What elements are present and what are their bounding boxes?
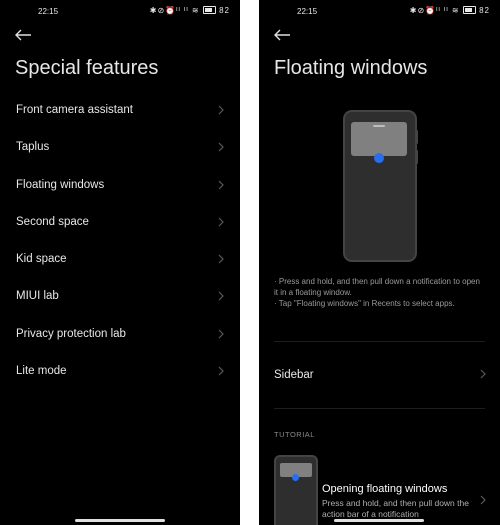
- sidebar-label: Sidebar: [274, 369, 314, 381]
- page-title: Floating windows: [274, 57, 428, 79]
- menu-item-label: Kid space: [16, 253, 67, 266]
- divider: [274, 341, 485, 342]
- description-line: · Press and hold, and then pull down a n…: [274, 277, 480, 297]
- menu-item-privacy-protection-lab[interactable]: Privacy protection lab: [0, 316, 240, 353]
- feature-description: · Press and hold, and then pull down a n…: [274, 276, 484, 309]
- chevron-right-icon: [218, 329, 224, 339]
- menu-item-label: Second space: [16, 215, 89, 228]
- home-indicator[interactable]: [75, 519, 165, 522]
- chevron-right-icon: [218, 142, 224, 152]
- status-icon-group: ✱⊘⏰ᴵᴵ ᴵᴵ ≋: [149, 6, 200, 15]
- status-time: 22:15: [297, 7, 318, 16]
- divider: [274, 408, 485, 409]
- phone-side-button: [415, 130, 418, 144]
- touch-indicator-icon: [292, 474, 299, 481]
- battery-level: 82: [219, 6, 230, 15]
- status-icons: ✱⊘⏰ᴵᴵ ᴵᴵ ≋ 82: [410, 6, 490, 15]
- menu-item-kid-space[interactable]: Kid space: [0, 241, 240, 278]
- menu-item-label: Floating windows: [16, 178, 105, 191]
- menu-item-label: Lite mode: [16, 365, 67, 378]
- page-title: Special features: [15, 57, 159, 79]
- back-arrow-icon[interactable]: [273, 28, 291, 42]
- phone-illustration: [343, 110, 417, 262]
- battery-icon: [202, 6, 216, 14]
- menu-item-label: Taplus: [16, 141, 50, 154]
- section-header: TUTORIAL: [274, 430, 315, 439]
- floating-windows-screen: 22:15 ✱⊘⏰ᴵᴵ ᴵᴵ ≋ 82 Floating windows · P…: [259, 0, 500, 525]
- menu-item-label: MIUI lab: [16, 290, 59, 303]
- menu-item-second-space[interactable]: Second space: [0, 204, 240, 241]
- chevron-right-icon: [218, 180, 224, 190]
- chevron-right-icon: [218, 217, 224, 227]
- menu-item-floating-windows[interactable]: Floating windows: [0, 167, 240, 204]
- menu-item-taplus[interactable]: Taplus: [0, 129, 240, 166]
- status-time: 22:15: [38, 7, 59, 16]
- tutorial-title[interactable]: Opening floating windows: [322, 483, 447, 495]
- touch-indicator-icon: [374, 153, 384, 163]
- status-bar: 22:15 ✱⊘⏰ᴵᴵ ᴵᴵ ≋ 82: [0, 0, 240, 24]
- description-line: · Tap "Floating windows" in Recents to s…: [274, 299, 455, 308]
- chevron-right-icon: [218, 366, 224, 376]
- chevron-right-icon: [480, 369, 486, 379]
- chevron-right-icon[interactable]: [480, 495, 486, 505]
- menu-item-label: Privacy protection lab: [16, 327, 126, 340]
- home-indicator[interactable]: [334, 519, 424, 522]
- chevron-right-icon: [218, 105, 224, 115]
- tutorial-description: Press and hold, and then pull down the a…: [322, 498, 469, 519]
- chevron-right-icon: [218, 254, 224, 264]
- status-bar: 22:15 ✱⊘⏰ᴵᴵ ᴵᴵ ≋ 82: [259, 0, 500, 24]
- battery-icon: [462, 6, 476, 14]
- tutorial-thumbnail[interactable]: [274, 455, 318, 525]
- menu-item-label: Front camera assistant: [16, 104, 133, 116]
- battery-level: 82: [479, 6, 490, 15]
- status-icon-group: ✱⊘⏰ᴵᴵ ᴵᴵ ≋: [409, 6, 460, 15]
- sidebar-row[interactable]: Sidebar: [259, 360, 500, 392]
- phone-side-button: [415, 150, 418, 164]
- menu-item-lite-mode[interactable]: Lite mode: [0, 353, 240, 390]
- floating-window-illustration: [351, 122, 407, 156]
- menu-item-miui-lab[interactable]: MIUI lab: [0, 278, 240, 315]
- menu-item-front-camera-assistant[interactable]: Front camera assistant: [0, 92, 240, 129]
- back-arrow-icon[interactable]: [14, 28, 32, 42]
- chevron-right-icon: [218, 292, 224, 301]
- features-list: Front camera assistant Taplus Floating w…: [0, 92, 240, 390]
- status-icons: ✱⊘⏰ᴵᴵ ᴵᴵ ≋ 82: [150, 6, 230, 15]
- special-features-screen: 22:15 ✱⊘⏰ᴵᴵ ᴵᴵ ≋ 82 Special features Fro…: [0, 0, 240, 525]
